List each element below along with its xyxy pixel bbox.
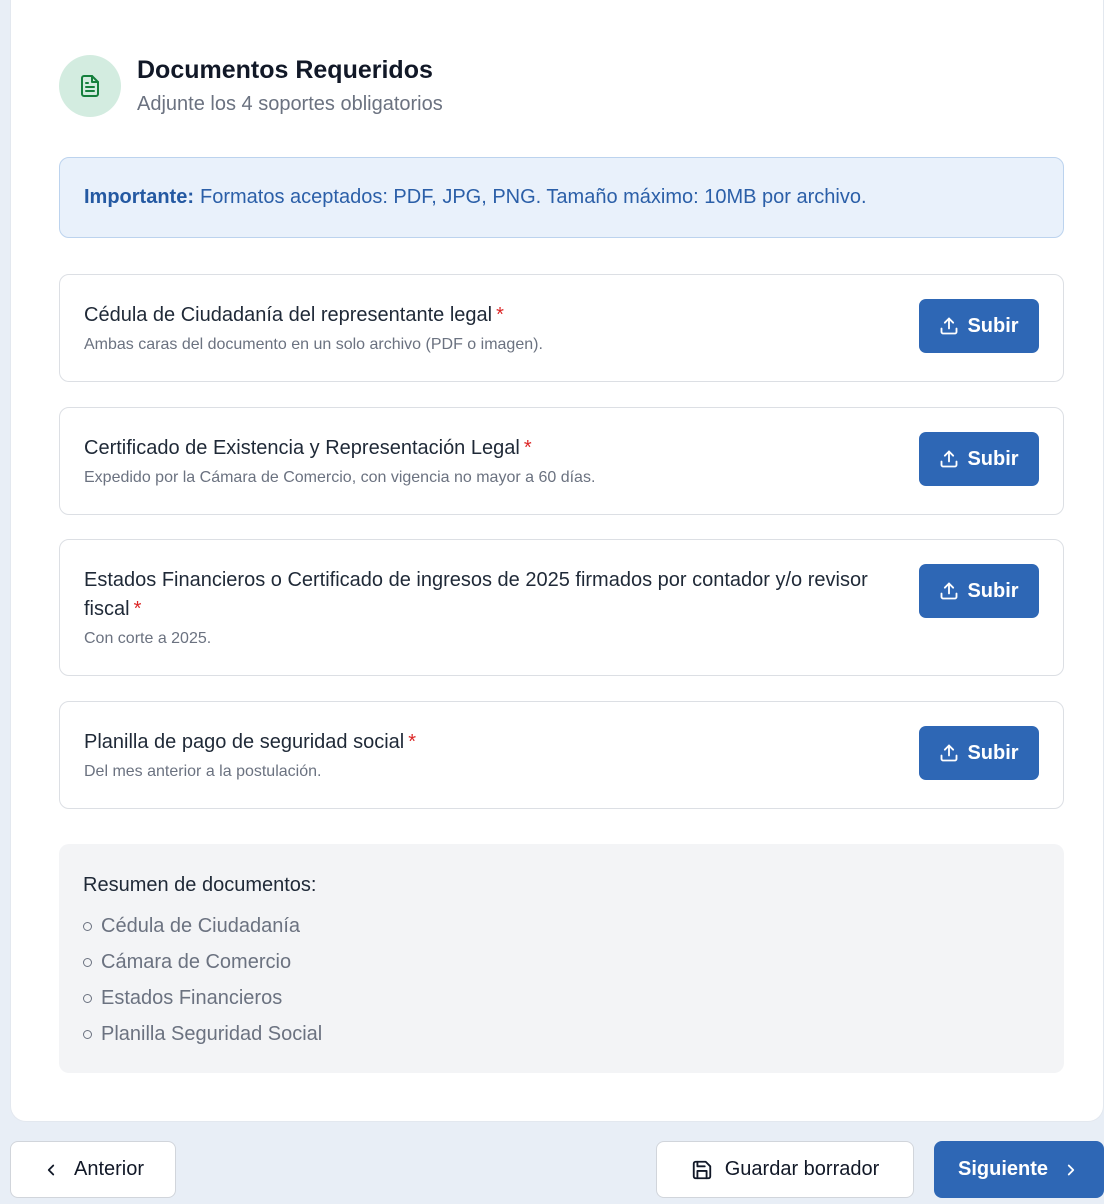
summary-item: Estados Financieros <box>83 980 1064 1016</box>
required-asterisk: * <box>496 304 504 326</box>
pending-circle-icon <box>83 921 92 931</box>
previous-button-label: Anterior <box>73 1158 145 1180</box>
section-header: Documentos Requeridos Adjunte los 4 sopo… <box>59 52 443 118</box>
document-card-camara-comercio: Certificado de Existencia y Representaci… <box>59 407 1064 515</box>
pending-circle-icon <box>83 993 92 1003</box>
required-asterisk: * <box>133 598 142 620</box>
document-icon <box>81 75 99 97</box>
document-title: Estados Financieros o Certificado de ing… <box>84 569 868 620</box>
required-asterisk: * <box>523 437 532 459</box>
document-card-estados-financieros: Estados Financieros o Certificado de ing… <box>59 539 1064 676</box>
summary-item: Cédula de Ciudadanía <box>83 908 1064 944</box>
header-icon-badge <box>59 55 121 117</box>
summary-list: Cédula de Ciudadanía Cámara de Comercio … <box>83 908 1064 1052</box>
document-card-cedula: Cédula de Ciudadanía del representante l… <box>59 274 1064 382</box>
document-description: Con corte a 2025. <box>84 630 212 647</box>
info-notice: Importante: Formatos aceptados: PDF, JPG… <box>59 157 1064 238</box>
summary-item: Cámara de Comercio <box>83 944 1064 980</box>
chevron-right-icon <box>1067 1164 1075 1175</box>
page-title: Documentos Requeridos <box>137 56 433 84</box>
upload-icon <box>941 744 958 762</box>
document-card-seguridad-social: Planilla de pago de seguridad social * De… <box>59 701 1064 809</box>
summary-item: Planilla Seguridad Social <box>83 1016 1064 1052</box>
required-asterisk: * <box>408 731 417 753</box>
upload-button-label: Subir <box>967 579 1019 602</box>
document-title: Certificado de Existencia y Representaci… <box>84 437 532 459</box>
upload-icon <box>941 317 958 335</box>
upload-button-camara-comercio[interactable]: Subir <box>919 432 1039 486</box>
upload-icon <box>941 582 958 600</box>
upload-button-label: Subir <box>967 314 1019 337</box>
next-button-label: Siguiente <box>957 1158 1048 1180</box>
upload-button-seguridad-social[interactable]: Subir <box>919 726 1039 780</box>
summary-title: Resumen de documentos: <box>83 874 317 896</box>
save-draft-button-label: Guardar borrador <box>724 1158 880 1180</box>
previous-button[interactable]: Anterior <box>10 1141 176 1198</box>
pending-circle-icon <box>83 1029 92 1039</box>
document-title: Cédula de Ciudadanía del representante l… <box>84 304 504 326</box>
document-title: Planilla de pago de seguridad social * <box>84 731 417 753</box>
save-icon <box>692 1160 711 1179</box>
save-draft-button[interactable]: Guardar borrador <box>656 1141 914 1198</box>
upload-button-label: Subir <box>967 447 1019 470</box>
upload-icon <box>941 450 958 468</box>
next-button[interactable]: Siguiente <box>934 1141 1104 1198</box>
upload-button-estados-financieros[interactable]: Subir <box>919 564 1039 618</box>
document-description: Del mes anterior a la postulación. <box>84 763 322 780</box>
form-card: Documentos Requeridos Adjunte los 4 sopo… <box>10 0 1104 1122</box>
document-description: Expedido por la Cámara de Comercio, con … <box>84 469 596 486</box>
chevron-left-icon <box>47 1164 55 1175</box>
upload-button-label: Subir <box>967 741 1019 764</box>
notice-label: Importante: <box>84 186 194 208</box>
notice-text: Formatos aceptados: PDF, JPG, PNG. Tamañ… <box>200 186 867 208</box>
documents-summary: Resumen de documentos: Cédula de Ciudada… <box>59 844 1064 1073</box>
upload-button-cedula[interactable]: Subir <box>919 299 1039 353</box>
pending-circle-icon <box>83 957 92 967</box>
page-subtitle: Adjunte los 4 soportes obligatorios <box>137 93 443 115</box>
document-description: Ambas caras del documento en un solo arc… <box>84 336 543 353</box>
